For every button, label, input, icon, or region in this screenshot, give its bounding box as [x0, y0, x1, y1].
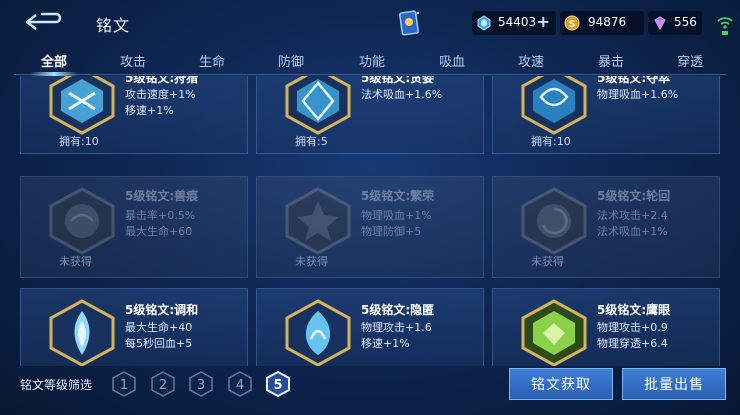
inscription-emblem-icon [285, 299, 351, 366]
obtain-status: 未获得 [531, 255, 564, 268]
inscription-emblem-icon [521, 76, 587, 135]
inscription-card[interactable]: 5级铭文:狩猎 攻击速度+1% 移速+1% 拥有:10 [20, 76, 248, 154]
gold-counter: S 94876 [560, 11, 644, 35]
tab-lifesteal[interactable]: 吸血 [439, 51, 465, 70]
owned-count: 拥有:5 [295, 135, 328, 148]
inscription-emblem-icon [49, 76, 115, 135]
obtain-status: 未获得 [59, 255, 92, 268]
svg-text:S: S [568, 19, 575, 30]
inscription-name: 5级铭文:隐匿 [361, 303, 435, 317]
level-filter-number: 2 [159, 378, 167, 393]
inscription-name: 5级铭文:轮回 [597, 189, 671, 203]
inscription-emblem-icon [285, 76, 351, 135]
level-filter-number: 1 [120, 378, 128, 393]
bulk-sell-button[interactable]: 批量出售 [622, 368, 726, 400]
top-bar: 铭文 54403 + S 94876 556 [0, 0, 740, 46]
inscription-stat: 物理防御+5 [361, 225, 422, 238]
back-arrow-icon[interactable] [22, 10, 62, 34]
inscription-stat: 暴击率+0.5% [125, 209, 196, 222]
tab-attack-speed[interactable]: 攻速 [518, 51, 544, 70]
inscription-card-locked[interactable]: 5级铭文:繁荣 物理吸血+1% 物理防御+5 未获得 [256, 176, 484, 278]
level-filter-1[interactable]: 1 [111, 371, 137, 397]
wifi-signal-icon [717, 17, 733, 35]
category-tabs: 全部 攻击 生命 防御 功能 吸血 攻速 暴击 穿透 [16, 48, 726, 74]
inscription-stat: 物理攻击+0.9 [597, 321, 668, 334]
crystal-value: 556 [674, 15, 697, 29]
inscription-stat: 法术吸血+1.6% [361, 88, 443, 101]
obtain-inscription-button[interactable]: 铭文获取 [509, 368, 613, 400]
diamond-icon [477, 15, 491, 31]
inscription-emblem-icon [49, 299, 115, 366]
level-filter-5-selected[interactable]: 5 [265, 371, 291, 397]
inscription-stat: 法术吸血+1% [597, 225, 668, 238]
diamond-value: 54403 [498, 15, 537, 29]
obtain-status: 未获得 [295, 255, 328, 268]
inscription-ticket-icon[interactable] [398, 9, 422, 37]
level-filter-3[interactable]: 3 [188, 371, 214, 397]
inscription-card[interactable]: 5级铭文:贪婪 法术吸血+1.6% 拥有:5 [256, 76, 484, 154]
inscription-name: 5级铭文:鹰眼 [597, 303, 671, 317]
inscription-name: 5级铭文:繁荣 [361, 189, 435, 203]
inscription-emblem-icon [49, 187, 115, 255]
page-title: 铭文 [96, 16, 131, 35]
inscription-stat: 攻击速度+1% [125, 88, 196, 101]
inscription-name: 5级铭文:狩猎 [125, 76, 199, 85]
crystal-icon [654, 16, 666, 31]
tab-penetration[interactable]: 穿透 [677, 51, 703, 70]
inscription-card[interactable]: 5级铭文:隐匿 物理攻击+1.6 移速+1% [256, 288, 484, 366]
tab-all[interactable]: 全部 [41, 51, 67, 70]
inscription-stat: 每5秒回血+5 [125, 337, 193, 350]
inscription-emblem-icon [521, 299, 587, 366]
inscription-stat: 移速+1% [125, 104, 174, 117]
tab-utility[interactable]: 功能 [359, 51, 385, 70]
inscription-card-locked[interactable]: 5级铭文:兽痕 暴击率+0.5% 最大生命+60 未获得 [20, 176, 248, 278]
level-filter-4[interactable]: 4 [227, 371, 253, 397]
inscription-emblem-icon [285, 187, 351, 255]
inscription-card[interactable]: 5级铭文:调和 最大生命+40 每5秒回血+5 [20, 288, 248, 366]
inscription-name: 5级铭文:贪婪 [361, 76, 435, 85]
add-diamond-button[interactable]: + [537, 14, 550, 30]
level-filter-number: 5 [273, 378, 282, 393]
tab-attack[interactable]: 攻击 [120, 51, 146, 70]
inscription-stat: 物理吸血+1.6% [597, 88, 679, 101]
inscription-stat: 物理穿透+6.4 [597, 337, 668, 350]
level-filter-number: 3 [197, 378, 205, 393]
crystal-counter: 556 [648, 11, 702, 35]
inscription-stat: 最大生命+40 [125, 321, 193, 334]
inscription-emblem-icon [521, 187, 587, 255]
inscription-stat: 物理吸血+1% [361, 209, 432, 222]
tab-divider [14, 74, 726, 75]
level-filter-number: 4 [236, 378, 244, 393]
inscription-card[interactable]: 5级铭文:鹰眼 物理攻击+0.9 物理穿透+6.4 [492, 288, 720, 366]
owned-count: 拥有:10 [531, 135, 571, 148]
tab-health[interactable]: 生命 [199, 51, 225, 70]
inscription-name: 5级铭文:调和 [125, 303, 199, 317]
gold-coin-icon: S [564, 15, 580, 31]
inscription-card-locked[interactable]: 5级铭文:轮回 法术攻击+2.4 法术吸血+1% 未获得 [492, 176, 720, 278]
inscription-stat: 物理攻击+1.6 [361, 321, 432, 334]
inscription-stat: 移速+1% [361, 337, 410, 350]
gold-value: 94876 [588, 15, 627, 29]
diamond-counter: 54403 + [472, 11, 556, 35]
level-filter-label: 铭文等级筛选 [20, 378, 93, 392]
inscription-stat: 最大生命+60 [125, 225, 193, 238]
bottom-bar: 铭文等级筛选 1 2 3 4 5 铭文获取 批量出售 [0, 366, 740, 415]
inscription-name: 5级铭文:兽痕 [125, 189, 199, 203]
inscription-stat: 法术攻击+2.4 [597, 209, 668, 222]
inscription-grid[interactable]: 5级铭文:狩猎 攻击速度+1% 移速+1% 拥有:10 5级铭文:贪婪 法术吸血… [20, 76, 720, 366]
inscription-name: 5级铭文:夺萃 [597, 76, 671, 85]
tab-critical[interactable]: 暴击 [598, 51, 624, 70]
level-filter-2[interactable]: 2 [150, 371, 176, 397]
inscription-card[interactable]: 5级铭文:夺萃 物理吸血+1.6% 拥有:10 [492, 76, 720, 154]
tab-defense[interactable]: 防御 [278, 51, 304, 70]
owned-count: 拥有:10 [59, 135, 99, 148]
